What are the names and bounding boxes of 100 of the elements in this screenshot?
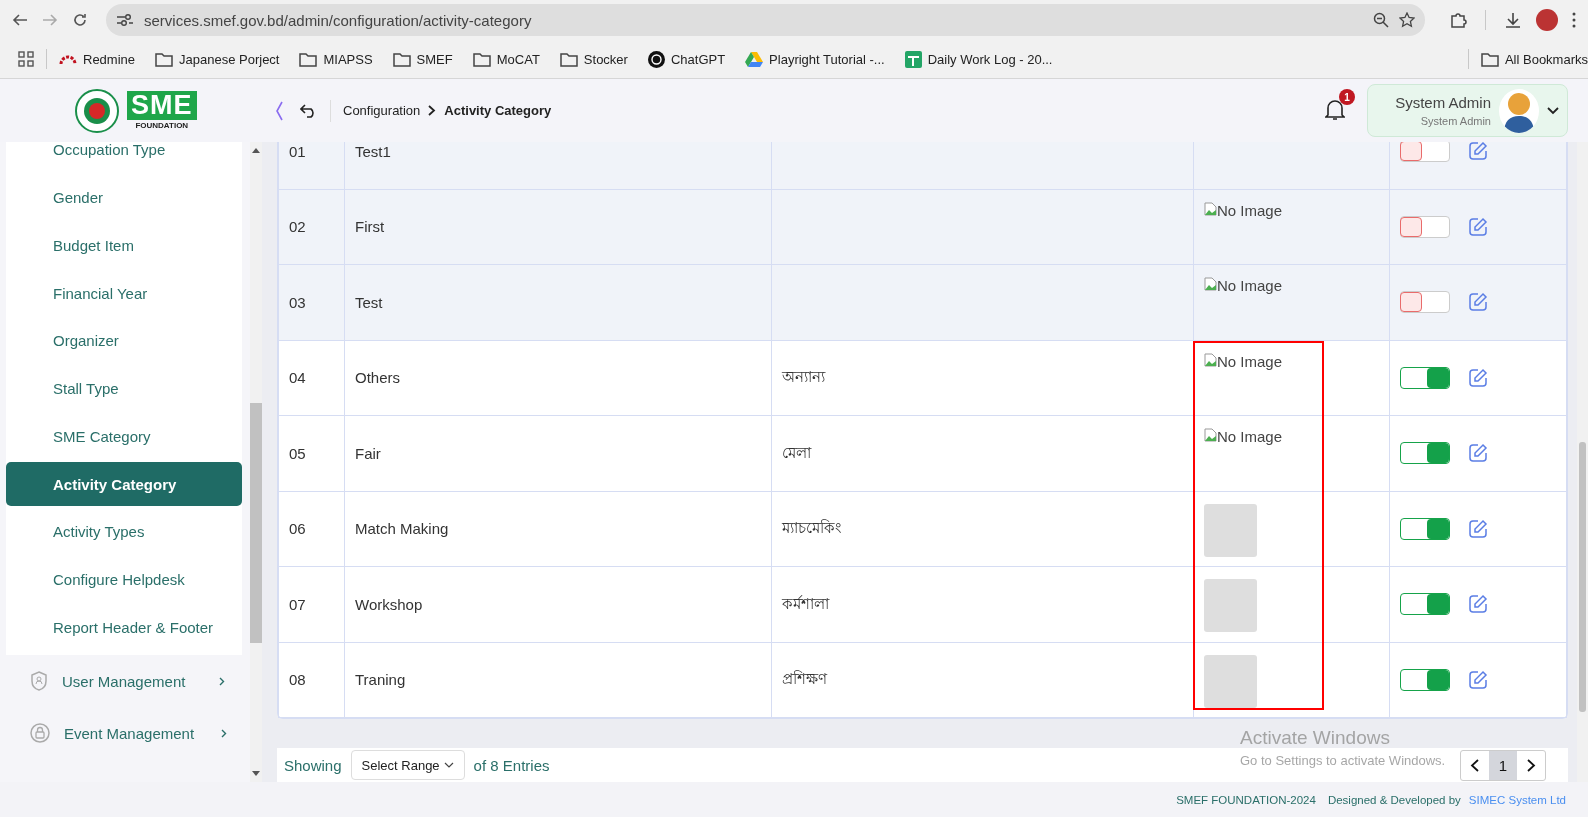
caret-icon[interactable]	[1547, 106, 1559, 115]
download-icon[interactable]	[1504, 11, 1522, 29]
notification-badge: 1	[1339, 89, 1355, 105]
extensions-icon[interactable]	[1449, 11, 1467, 29]
user-menu[interactable]: System Admin System Admin	[1367, 84, 1568, 137]
chevron-right-icon	[221, 728, 227, 738]
table-cell: ম্যাচমেকিং	[782, 519, 841, 537]
bookmark-link[interactable]: Japanese Porject	[155, 51, 280, 67]
table-cell: Test	[355, 293, 383, 311]
copyright-text: SMEF FOUNDATION-2024	[1176, 793, 1316, 806]
table-cell: Others	[355, 369, 400, 387]
status-toggle[interactable]	[1400, 291, 1450, 314]
sidebar-item[interactable]: Configure Helpdesk	[6, 557, 242, 602]
table-cell: Test1	[355, 142, 391, 160]
notification-bell-icon[interactable]	[1325, 97, 1345, 121]
table-cell: মেলা	[782, 443, 811, 461]
folder-icon	[472, 51, 491, 67]
sidebar-item[interactable]: Report Header & Footer	[6, 605, 242, 650]
sidebar-item[interactable]: Budget Item	[6, 223, 242, 268]
breadcrumb-current: Activity Category	[444, 103, 552, 118]
table-cell: 02	[289, 218, 306, 236]
apps-icon[interactable]	[18, 51, 34, 67]
forward-icon[interactable]	[42, 12, 58, 28]
bookmark-link[interactable]: MIAPSS	[299, 51, 373, 67]
breadcrumb-link[interactable]: Configuration	[343, 103, 421, 118]
bookmark-star-icon[interactable]	[1399, 12, 1415, 28]
table-cell: Traning	[355, 671, 406, 689]
status-toggle[interactable]	[1400, 215, 1450, 238]
page-scrollbar[interactable]	[1577, 142, 1588, 782]
folder-icon	[299, 51, 318, 67]
sidebar-item[interactable]: Activity Types	[6, 509, 242, 554]
bookmark-link[interactable]: Stocker	[559, 51, 628, 67]
bookmark-link[interactable]: ChatGPT	[647, 50, 726, 68]
folder-icon	[1480, 51, 1499, 67]
scroll-up-arrow-icon[interactable]	[252, 148, 260, 153]
sidebar-scrollbar[interactable]	[250, 142, 262, 782]
range-select[interactable]: Select Range	[350, 750, 465, 780]
table-cell: First	[355, 218, 385, 236]
status-toggle[interactable]	[1400, 593, 1450, 616]
bookmark-link[interactable]: Daily Work Log - 20...	[904, 50, 1053, 68]
image-thumbnail	[1204, 654, 1257, 708]
spreadsheet-icon	[904, 50, 922, 68]
activation-title: Activate Windows	[1240, 727, 1391, 749]
sme-foundation-logo: SME FOUNDATION	[127, 91, 197, 130]
edit-icon[interactable]	[1468, 367, 1488, 388]
table-cell: 04	[289, 369, 306, 387]
edit-icon[interactable]	[1468, 669, 1488, 690]
scroll-down-arrow-icon[interactable]	[252, 771, 260, 776]
sidebar-item[interactable]: SME Category	[6, 414, 242, 459]
status-toggle[interactable]	[1400, 668, 1450, 691]
edit-icon[interactable]	[1468, 142, 1488, 162]
edit-icon[interactable]	[1468, 594, 1488, 615]
address-bar[interactable]: services.smef.gov.bd/admin/configuration/activity-category	[106, 4, 1425, 36]
reload-icon[interactable]	[72, 12, 88, 28]
entries-count: of 8 Entries	[473, 756, 550, 774]
image-thumbnail	[1204, 503, 1257, 557]
sidebar-group[interactable]: Event Management	[0, 707, 250, 759]
profile-avatar[interactable]	[1536, 9, 1558, 31]
edit-icon[interactable]	[1468, 443, 1488, 464]
menu-icon[interactable]	[1572, 12, 1576, 28]
folder-icon	[392, 51, 411, 67]
back-icon[interactable]	[12, 12, 28, 28]
status-toggle[interactable]	[1400, 517, 1450, 540]
edit-icon[interactable]	[1468, 292, 1488, 313]
bookmark-link[interactable]: MoCAT	[472, 51, 540, 67]
sidebar-item[interactable]: Organizer	[6, 318, 242, 363]
sidebar-item[interactable]: Activity Category	[6, 462, 242, 506]
bookmark-link[interactable]: Playright Tutorial -...	[745, 51, 885, 67]
table-cell: 07	[289, 595, 306, 613]
status-toggle[interactable]	[1400, 366, 1450, 389]
status-toggle[interactable]	[1400, 142, 1450, 163]
showing-label: Showing	[284, 756, 342, 774]
page-button[interactable]: 1	[1489, 750, 1517, 780]
edit-icon[interactable]	[1468, 518, 1488, 539]
sidebar-group[interactable]: User Management	[0, 655, 250, 707]
bookmark-link[interactable]: Redmine	[59, 51, 136, 67]
all-bookmarks-link[interactable]: All Bookmarks	[1480, 51, 1588, 67]
table-cell: 01	[289, 142, 306, 160]
broken-image: No Image	[1204, 352, 1283, 370]
caret-icon	[443, 762, 454, 768]
sidebar-group-label: User Management	[62, 672, 187, 690]
sidebar-item[interactable]: Stall Type	[6, 366, 242, 411]
bookmark-link[interactable]: SMEF	[392, 51, 453, 67]
folder-icon	[559, 51, 578, 67]
lock-icon	[30, 723, 50, 743]
sidebar-item[interactable]: Gender	[6, 175, 242, 220]
sidebar-item[interactable]: Occupation Type	[6, 142, 242, 172]
collapse-sidebar-icon[interactable]	[274, 100, 284, 121]
table-cell: প্রশিক্ষণ	[782, 670, 827, 688]
edit-icon[interactable]	[1468, 216, 1488, 237]
chevron-right-icon	[428, 105, 437, 116]
table-cell: কর্মশালা	[782, 594, 829, 612]
table-cell: Match Making	[355, 520, 449, 538]
site-settings-icon[interactable]	[116, 13, 134, 27]
image-thumbnail	[1204, 579, 1257, 632]
status-toggle[interactable]	[1400, 442, 1450, 465]
broken-image: No Image	[1204, 277, 1283, 294]
sidebar-item[interactable]: Financial Year	[6, 271, 242, 315]
zoom-icon[interactable]	[1373, 12, 1389, 28]
activation-message: Go to Settings to activate Windows.	[1240, 753, 1446, 768]
